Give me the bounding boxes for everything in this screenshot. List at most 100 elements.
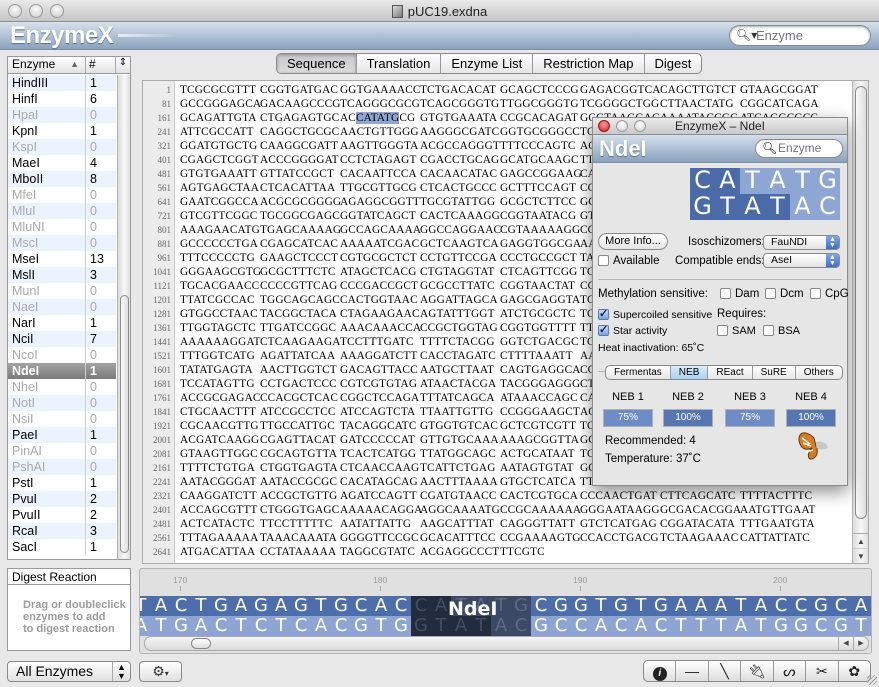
column-options-icon[interactable]: ⇕: [116, 57, 130, 73]
strip-horizontal-scrollbar[interactable]: ◀ ▶: [144, 636, 869, 651]
ndei-site-label[interactable]: NdeI: [448, 598, 497, 620]
supplier-tab-react[interactable]: REact: [708, 366, 753, 379]
tab-enzyme-list[interactable]: Enzyme List: [441, 54, 534, 73]
bsa-checkbox-box[interactable]: [763, 325, 774, 336]
enzyme-tool-button[interactable]: ✿: [839, 661, 870, 681]
enzyme-row[interactable]: MaeI 4: [8, 155, 116, 171]
enzyme-row[interactable]: NsiI 0: [8, 411, 116, 427]
line-tool-button[interactable]: —: [676, 661, 709, 681]
isoschizomers-popup[interactable]: FauNDI ▲ ▼: [763, 235, 840, 250]
sequence-block: CGGTGGTTTT: [500, 322, 577, 334]
tab-digest[interactable]: Digest: [645, 54, 702, 73]
enzyme-row[interactable]: KspI 0: [8, 139, 116, 155]
coil-tool-button[interactable]: ᔕ: [774, 661, 807, 681]
dialog-close-button[interactable]: [598, 120, 610, 132]
scrollbar-thumb[interactable]: [120, 295, 129, 553]
column-header-count[interactable]: #: [86, 57, 116, 73]
enzyme-row[interactable]: HpaI 0: [8, 107, 116, 123]
enzyme-table-scrollbar[interactable]: [117, 75, 130, 559]
enzyme-row[interactable]: HinfI 6: [8, 91, 116, 107]
primer-tool-button[interactable]: 🔌︎: [741, 661, 774, 681]
line-number: 561: [157, 183, 172, 193]
enzyme-row[interactable]: MluNI 0: [8, 219, 116, 235]
cpg-checkbox[interactable]: CpG: [810, 288, 849, 300]
supplier-tab-others[interactable]: Others: [796, 366, 842, 379]
supplier-tab-fermentas[interactable]: Fermentas: [606, 366, 671, 379]
enzyme-row[interactable]: PvuII 2: [8, 507, 116, 523]
enzyme-row[interactable]: RcaI 3: [8, 523, 116, 539]
highlighted-site[interactable]: CATATG: [356, 112, 400, 124]
dialog-zoom-button[interactable]: [634, 120, 646, 132]
ruler-tick: [580, 586, 581, 591]
enzyme-filter-popup[interactable]: All Enzymes ▲ ▼: [7, 661, 131, 682]
info-button[interactable]: i: [644, 661, 677, 681]
supercoiled-checkbox[interactable]: Supercoiled sensitive: [598, 307, 712, 321]
enzyme-row[interactable]: PshAI 0: [8, 459, 116, 475]
enzyme-row[interactable]: MboII 8: [8, 171, 116, 187]
enzyme-row[interactable]: PinAI 0: [8, 443, 116, 459]
supplier-tab-sure[interactable]: SuRE: [753, 366, 796, 379]
supplier-tab-neb[interactable]: NEB: [670, 366, 709, 379]
dialog-search-field[interactable]: 🔍︎: [755, 139, 843, 158]
enzyme-row[interactable]: SacI 1: [8, 539, 116, 555]
sam-checkbox-box[interactable]: [717, 325, 728, 336]
strip-base: G: [771, 616, 791, 636]
enzyme-row[interactable]: NdeI 1: [8, 363, 116, 379]
enzyme-search-field[interactable]: 🔍︎▾: [729, 25, 871, 46]
sequence-scrollbar-thumb[interactable]: [855, 86, 867, 519]
tab-translation[interactable]: Translation: [357, 54, 442, 73]
enzyme-row[interactable]: PaeI 1: [8, 427, 116, 443]
enzyme-row[interactable]: MseI 13: [8, 251, 116, 267]
cpg-checkbox-box[interactable]: [810, 288, 821, 299]
available-checkbox-box[interactable]: [598, 255, 609, 266]
enzyme-search-input[interactable]: [756, 28, 861, 43]
scroll-left-arrow[interactable]: ◀: [838, 637, 853, 650]
dcm-checkbox[interactable]: Dcm: [765, 288, 804, 300]
star-activity-checkbox[interactable]: Star activity: [598, 323, 667, 337]
enzyme-row[interactable]: KpnI 1: [8, 123, 116, 139]
enzyme-row[interactable]: NotI 0: [8, 395, 116, 411]
column-header-enzyme[interactable]: Enzyme ▲: [8, 57, 86, 73]
enzyme-row[interactable]: PvuI 2: [8, 491, 116, 507]
line-number: 2241: [153, 477, 171, 487]
pencil-tool-button[interactable]: ╲: [709, 661, 742, 681]
enzyme-row[interactable]: NheI 0: [8, 379, 116, 395]
compatible-ends-popup[interactable]: AseI ▲ ▼: [763, 253, 840, 268]
scissors-tool-button[interactable]: ✂: [806, 661, 839, 681]
digest-reaction-panel[interactable]: Digest Reaction Drag or doubleclick enzy…: [7, 568, 131, 651]
supercoiled-checkbox-box[interactable]: [598, 307, 609, 320]
enzyme-row[interactable]: PstI 1: [8, 475, 116, 491]
enzyme-row[interactable]: NaeI 0: [8, 299, 116, 315]
action-menu-button[interactable]: ⚙▾: [139, 661, 182, 682]
star-activity-checkbox-box[interactable]: [598, 323, 609, 336]
sequence-scrollbar[interactable]: ▲ ▼: [852, 81, 868, 563]
bsa-checkbox[interactable]: BSA: [763, 325, 800, 337]
sequence-block: TTTGAATGTA: [740, 518, 815, 530]
resize-grip[interactable]: [867, 675, 877, 685]
dialog-minimize-button[interactable]: [616, 120, 628, 132]
enzyme-row[interactable]: MunI 0: [8, 283, 116, 299]
enzyme-row[interactable]: MslI 3: [8, 267, 116, 283]
more-info-button[interactable]: More Info...: [598, 233, 668, 250]
sam-checkbox[interactable]: SAM: [717, 325, 756, 337]
tab-restriction-map[interactable]: Restriction Map: [533, 54, 645, 73]
enzyme-row[interactable]: NcoI 0: [8, 347, 116, 363]
dcm-checkbox-box[interactable]: [765, 288, 776, 299]
strip-scrollbar-thumb[interactable]: [191, 638, 211, 649]
enzyme-row[interactable]: NciI 7: [8, 331, 116, 347]
dialog-search-input[interactable]: [778, 141, 840, 155]
sequence-zoom-strip[interactable]: 170180190200 TACTGAGAGTGCACCATATGCGGTGTG…: [139, 568, 872, 654]
available-checkbox[interactable]: Available: [598, 255, 659, 267]
scroll-up-arrow[interactable]: ▲: [853, 534, 868, 549]
cpg-label: CpG: [825, 288, 849, 300]
tab-sequence[interactable]: Sequence: [277, 54, 357, 73]
enzyme-row[interactable]: MscI 0: [8, 235, 116, 251]
scroll-right-arrow[interactable]: ▶: [853, 637, 868, 650]
enzyme-row[interactable]: MluI 0: [8, 203, 116, 219]
dam-checkbox-box[interactable]: [720, 288, 731, 299]
dam-checkbox[interactable]: Dam: [720, 288, 759, 300]
enzyme-row[interactable]: HindIII 1: [8, 75, 116, 91]
enzyme-row[interactable]: NarI 1: [8, 315, 116, 331]
scroll-down-arrow[interactable]: ▼: [853, 549, 868, 563]
enzyme-row[interactable]: MfeI 0: [8, 187, 116, 203]
